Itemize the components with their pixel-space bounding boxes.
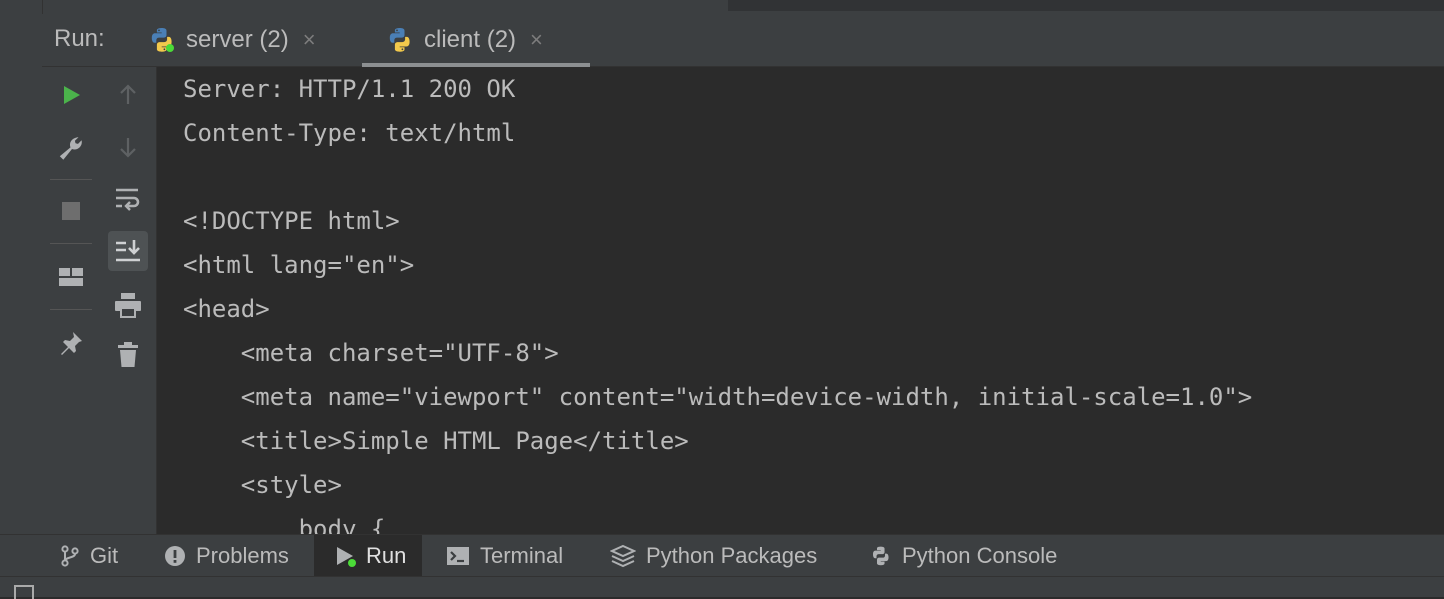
trash-icon [118, 342, 138, 367]
top-separator [728, 0, 1444, 11]
tool-window-bar: Git Problems Run Terminal Python Package… [0, 534, 1444, 577]
run-tool-window-header: Run: server (2) × client (2) × [42, 14, 1444, 67]
python-icon [148, 26, 176, 54]
run-tool-button[interactable]: Run [314, 535, 422, 577]
soft-wrap-icon [116, 188, 140, 211]
pin-icon [61, 332, 82, 355]
wrench-icon [59, 137, 82, 160]
terminal-icon [446, 546, 470, 566]
console-line: <!DOCTYPE html> [183, 207, 400, 235]
python-console-label: Python Console [902, 543, 1058, 568]
git-branch-icon [60, 545, 80, 567]
top-strip [0, 0, 1444, 14]
console-line: body { [183, 515, 386, 534]
print-button[interactable] [108, 285, 148, 325]
run-label: Run [366, 543, 407, 568]
python-packages-tool-button[interactable]: Python Packages [610, 535, 817, 577]
scroll-up-button[interactable] [108, 75, 148, 115]
console-line: <meta name="viewport" content="width=dev… [183, 383, 1253, 411]
run-icon [334, 545, 356, 567]
tab-server[interactable]: server (2) × [148, 14, 316, 66]
play-icon [64, 86, 80, 104]
stop-icon [62, 202, 80, 220]
restore-layout-button[interactable] [51, 257, 91, 297]
terminal-label: Terminal [480, 543, 564, 568]
git-tool-button[interactable]: Git [60, 535, 118, 577]
layout-icon [59, 268, 83, 286]
close-icon[interactable]: × [303, 27, 316, 53]
toolbar-separator [50, 179, 92, 180]
run-toolbar-primary [42, 67, 101, 534]
edit-configuration-button[interactable] [51, 127, 91, 167]
terminal-tool-button[interactable]: Terminal [446, 535, 563, 577]
run-label: Run: [54, 25, 105, 52]
arrow-down-icon [120, 138, 136, 158]
soft-wrap-button[interactable] [108, 179, 148, 219]
tab-client[interactable]: client (2) × [362, 14, 590, 67]
tab-server-label: server (2) [186, 26, 289, 53]
close-icon[interactable]: × [530, 27, 543, 53]
left-tool-strip [0, 0, 43, 534]
console-line: <title>Simple HTML Page</title> [183, 427, 689, 455]
console-line: Server: HTTP/1.1 200 OK [183, 75, 516, 103]
printer-icon [115, 293, 141, 318]
console-line: Content-Type: text/html [183, 119, 516, 147]
console-line: <style> [183, 471, 342, 499]
stop-button[interactable] [51, 191, 91, 231]
problems-icon [164, 545, 186, 567]
console-line: <meta charset="UTF-8"> [183, 339, 559, 367]
git-label: Git [90, 543, 119, 568]
tab-client-label: client (2) [424, 26, 517, 53]
python-console-icon [870, 545, 892, 567]
toolbar-separator [50, 309, 92, 310]
tool-windows-toggle-icon[interactable] [14, 585, 34, 599]
rerun-button[interactable] [51, 75, 91, 115]
console-line: <head> [183, 295, 270, 323]
run-toolbar-secondary [100, 67, 157, 534]
console-output[interactable]: Server: HTTP/1.1 200 OK Content-Type: te… [157, 67, 1444, 534]
python-icon [386, 26, 414, 54]
scroll-to-end-icon [116, 240, 140, 262]
console-line: <html lang="en"> [183, 251, 415, 279]
scroll-down-button[interactable] [108, 127, 148, 167]
clear-all-button[interactable] [108, 335, 148, 375]
status-bar [0, 576, 1444, 599]
python-packages-label: Python Packages [646, 543, 818, 568]
running-indicator-icon [166, 44, 174, 52]
problems-tool-button[interactable]: Problems [164, 535, 289, 577]
scroll-to-end-button[interactable] [108, 231, 148, 271]
python-console-tool-button[interactable]: Python Console [870, 535, 1057, 577]
running-indicator-icon [348, 559, 356, 567]
toolbar-separator [50, 243, 92, 244]
pin-tab-button[interactable] [51, 323, 91, 363]
packages-icon [610, 544, 636, 568]
problems-label: Problems [196, 543, 289, 568]
arrow-up-icon [120, 84, 136, 104]
